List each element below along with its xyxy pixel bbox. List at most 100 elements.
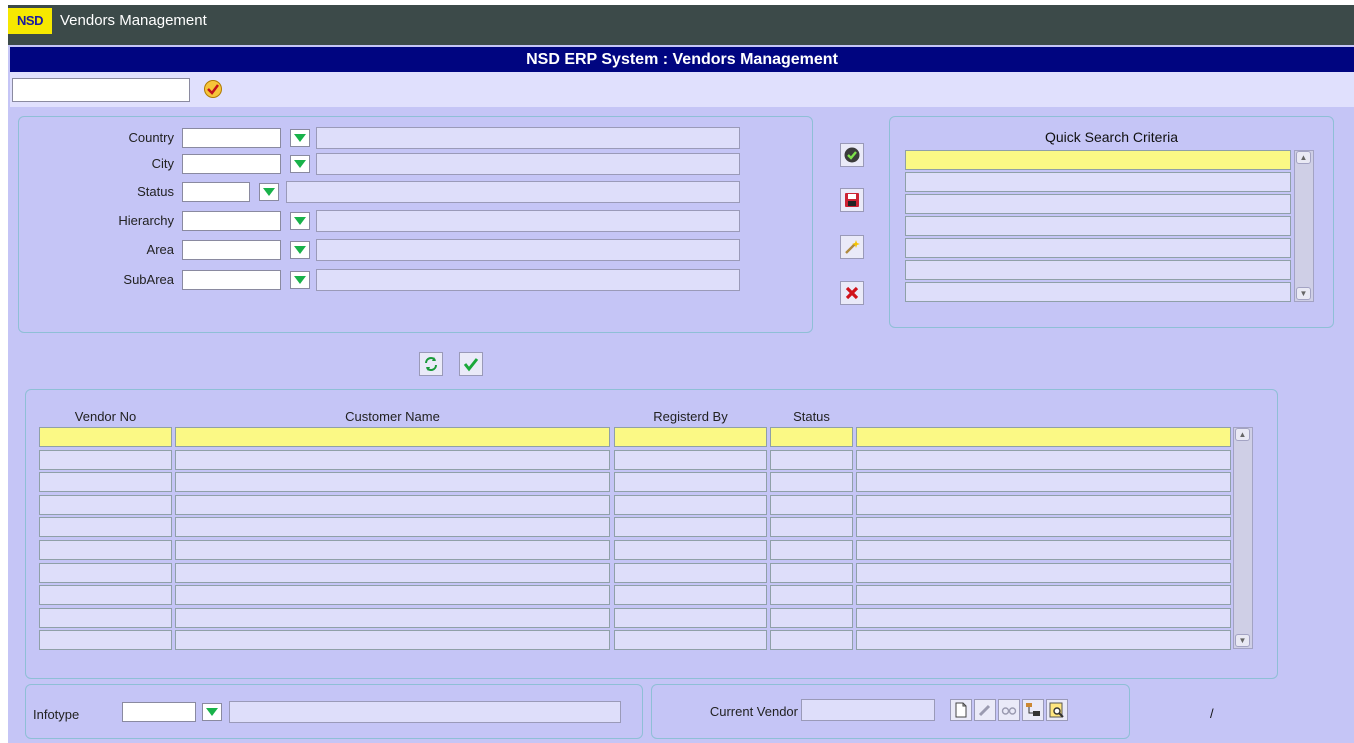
dropdown-arrow-icon [263,188,275,196]
table-cell[interactable] [175,449,610,470]
quick-search-row[interactable] [905,238,1291,258]
table-cell[interactable] [614,494,767,515]
table-cell[interactable] [175,607,610,628]
table-cell[interactable] [614,540,767,560]
status-lov-button[interactable] [259,183,279,201]
infotype-code-input[interactable] [122,702,196,722]
table-cell[interactable] [39,540,172,560]
city-code-input[interactable] [182,154,281,174]
preview-button[interactable] [1046,699,1068,721]
save-button[interactable] [840,188,864,212]
table-cell[interactable] [175,494,610,515]
area-lov-button[interactable] [290,241,310,259]
table-cell[interactable] [770,517,853,538]
table-cell-selected[interactable] [770,427,853,447]
table-cell[interactable] [856,494,1231,515]
table-cell[interactable] [770,562,853,583]
table-cell[interactable] [770,630,853,651]
quick-search-row[interactable] [905,216,1291,236]
quick-search-row-selected[interactable] [905,150,1291,170]
table-cell[interactable] [856,630,1231,651]
table-cell[interactable] [856,540,1231,560]
table-cell[interactable] [856,585,1231,606]
table-cell[interactable] [614,607,767,628]
table-cell[interactable] [856,607,1231,628]
table-cell[interactable] [614,449,767,470]
check-icon [844,147,860,163]
col-customer-name-header: Customer Name [345,409,440,424]
table-cell[interactable] [770,494,853,515]
quick-search-row[interactable] [905,172,1291,192]
window-titlebar [8,5,1354,45]
table-cell[interactable] [175,585,610,606]
table-cell[interactable] [614,585,767,606]
table-cell[interactable] [770,585,853,606]
table-cell[interactable] [39,449,172,470]
status-code-input[interactable] [182,182,250,202]
nsd-logo: NSD [8,8,52,34]
col-registered-by-header: Registerd By [653,409,728,424]
area-code-input[interactable] [182,240,281,260]
table-cell[interactable] [175,472,610,493]
table-cell[interactable] [175,630,610,651]
table-cell-selected[interactable] [614,427,767,447]
quick-search-row[interactable] [905,260,1291,280]
pencil-icon [978,704,991,717]
table-cell[interactable] [39,607,172,628]
table-cell-selected[interactable] [39,427,172,447]
subarea-lov-button[interactable] [290,271,310,289]
table-cell[interactable] [770,449,853,470]
country-code-input[interactable] [182,128,281,148]
table-cell[interactable] [175,562,610,583]
hierarchy-code-input[interactable] [182,211,281,231]
apply-button[interactable] [459,352,483,376]
table-cell-selected[interactable] [856,427,1231,447]
table-cell[interactable] [770,472,853,493]
table-cell[interactable] [856,562,1231,583]
dropdown-arrow-icon [294,134,306,142]
subarea-code-input[interactable] [182,270,281,290]
table-cell[interactable] [175,517,610,538]
scroll-down-icon[interactable]: ▼ [1296,287,1311,300]
delete-icon [845,286,859,300]
scroll-up-icon[interactable]: ▲ [1296,151,1311,164]
table-cell[interactable] [614,472,767,493]
city-description [316,153,740,175]
table-cell[interactable] [39,585,172,606]
country-lov-button[interactable] [290,129,310,147]
top-check-button[interactable] [201,77,225,101]
table-cell-selected[interactable] [175,427,610,447]
table-cell[interactable] [39,630,172,651]
table-cell[interactable] [770,607,853,628]
quick-search-row[interactable] [905,194,1291,214]
table-cell[interactable] [614,517,767,538]
hierarchy-lov-button[interactable] [290,212,310,230]
table-cell[interactable] [39,472,172,493]
delete-button[interactable] [840,281,864,305]
table-cell[interactable] [614,562,767,583]
table-cell[interactable] [175,540,610,560]
hierarchy-button[interactable] [1022,699,1044,721]
quick-search-scrollbar[interactable] [1294,150,1314,302]
table-cell[interactable] [614,630,767,651]
view-button[interactable] [998,699,1020,721]
quick-search-row[interactable] [905,282,1291,302]
table-cell[interactable] [856,472,1231,493]
table-cell[interactable] [39,517,172,538]
table-cell[interactable] [39,494,172,515]
refresh-button[interactable] [419,352,443,376]
new-record-button[interactable] [950,699,972,721]
scroll-up-icon[interactable]: ▲ [1235,428,1250,441]
grid-scrollbar[interactable] [1233,427,1253,649]
table-cell[interactable] [856,517,1231,538]
edit-button[interactable] [974,699,996,721]
edit-wand-button[interactable] [840,235,864,259]
table-cell[interactable] [770,540,853,560]
top-search-input[interactable] [12,78,190,102]
table-cell[interactable] [856,449,1231,470]
scroll-down-icon[interactable]: ▼ [1235,634,1250,647]
city-lov-button[interactable] [290,155,310,173]
table-cell[interactable] [39,562,172,583]
infotype-lov-button[interactable] [202,703,222,721]
confirm-button[interactable] [840,143,864,167]
